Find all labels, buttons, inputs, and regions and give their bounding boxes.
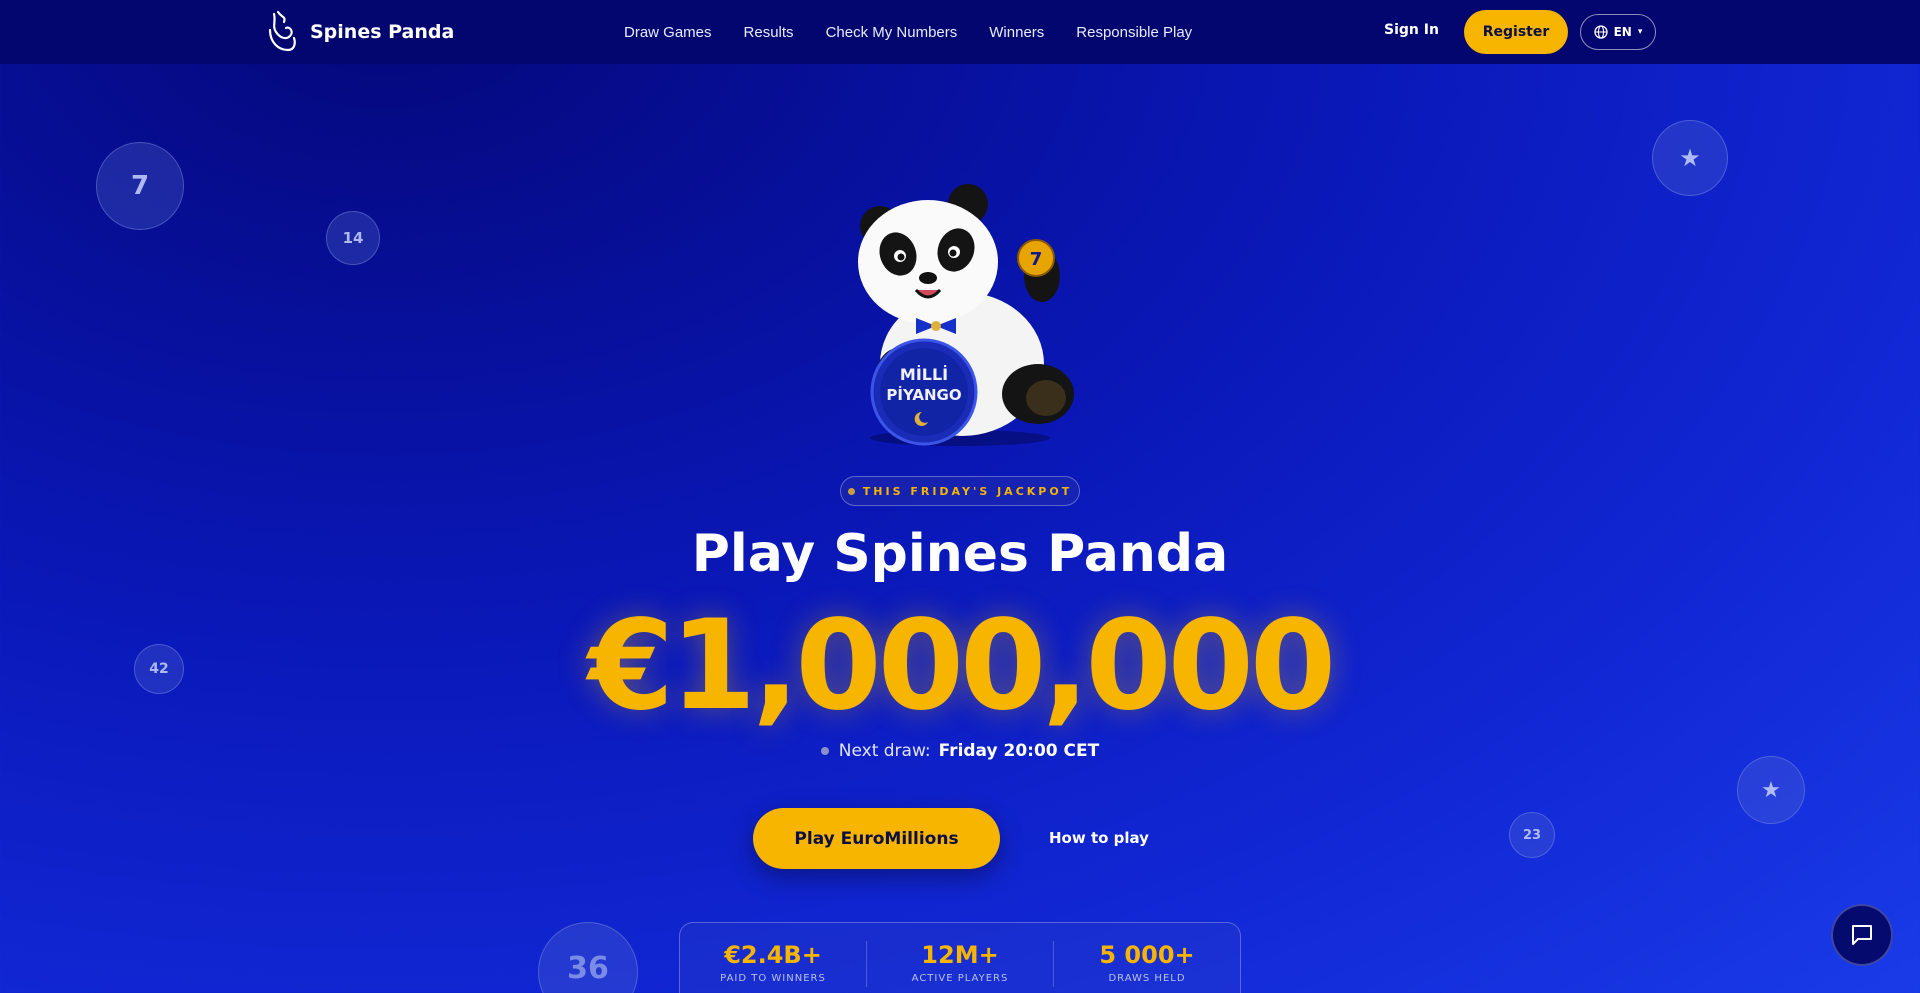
badge-label: THIS FRIDAY'S JACKPOT	[862, 484, 1073, 498]
brand-logo[interactable]: Spines Panda	[264, 10, 454, 54]
stat-value: €2.4B+	[724, 941, 822, 969]
decor-ball: 14	[326, 211, 380, 265]
decor-ball: 23	[1509, 812, 1555, 858]
panda-mascot: 7 MİLLİ PİYANGO	[858, 184, 1074, 446]
main-nav: Draw Games Results Check My Numbers Winn…	[624, 0, 1192, 64]
decor-ball: 36	[538, 922, 638, 993]
stat-active-players: 12M+ ACTIVE PLAYERS	[867, 941, 1054, 987]
badge-dot-icon	[847, 487, 855, 495]
sign-in-link[interactable]: Sign In	[1384, 22, 1439, 38]
chat-bubble-icon	[1852, 925, 1872, 945]
stat-value: 5 000+	[1099, 941, 1195, 969]
nav-check-my-numbers[interactable]: Check My Numbers	[826, 24, 958, 41]
jackpot-amount: €1,000,000	[587, 594, 1336, 738]
star-icon: ★	[1652, 120, 1728, 196]
stats-panel: €2.4B+ PAID TO WINNERS 12M+ ACTIVE PLAYE…	[679, 922, 1241, 993]
stat-draws-held: 5 000+ DRAWS HELD	[1054, 941, 1240, 987]
chevron-down-icon: ▾	[1637, 27, 1643, 37]
svg-text:PİYANGO: PİYANGO	[886, 385, 961, 404]
nav-winners[interactable]: Winners	[989, 24, 1044, 41]
next-draw-label: Next draw:	[838, 741, 931, 761]
next-draw-value: Friday 20:00 CET	[938, 741, 1100, 761]
crossed-fingers-icon	[268, 10, 296, 52]
stat-paid-to-winners: €2.4B+ PAID TO WINNERS	[680, 941, 867, 987]
svg-text:MİLLİ: MİLLİ	[900, 365, 948, 384]
stat-value: 12M+	[921, 941, 999, 969]
nav-draw-games[interactable]: Draw Games	[624, 24, 712, 41]
mascot-ball-number: 7	[1030, 249, 1043, 270]
stat-label: ACTIVE PLAYERS	[911, 973, 1009, 984]
stat-label: PAID TO WINNERS	[720, 973, 826, 984]
status-dot-icon	[820, 747, 829, 755]
language-code: EN	[1613, 25, 1632, 39]
globe-icon	[1593, 25, 1608, 39]
chat-button[interactable]	[1831, 904, 1893, 966]
play-euromillions-button[interactable]: Play EuroMillions	[753, 808, 1000, 869]
next-draw-info: Next draw: Friday 20:00 CET	[0, 741, 1920, 761]
nav-results[interactable]: Results	[744, 24, 794, 41]
top-navbar: Spines Panda Draw Games Results Check My…	[0, 0, 1920, 64]
jackpot-badge: THIS FRIDAY'S JACKPOT	[840, 476, 1080, 506]
brand-name: Spines Panda	[310, 21, 455, 43]
decor-ball: 7	[96, 142, 184, 230]
stat-label: DRAWS HELD	[1108, 973, 1186, 984]
how-to-play-link[interactable]: How to play	[1049, 829, 1149, 847]
hero-title: Play Spines Panda	[691, 524, 1229, 584]
language-selector[interactable]: EN ▾	[1580, 14, 1656, 50]
star-icon: ★	[1737, 756, 1805, 824]
register-button[interactable]: Register	[1464, 10, 1568, 54]
nav-responsible-play[interactable]: Responsible Play	[1076, 24, 1192, 41]
